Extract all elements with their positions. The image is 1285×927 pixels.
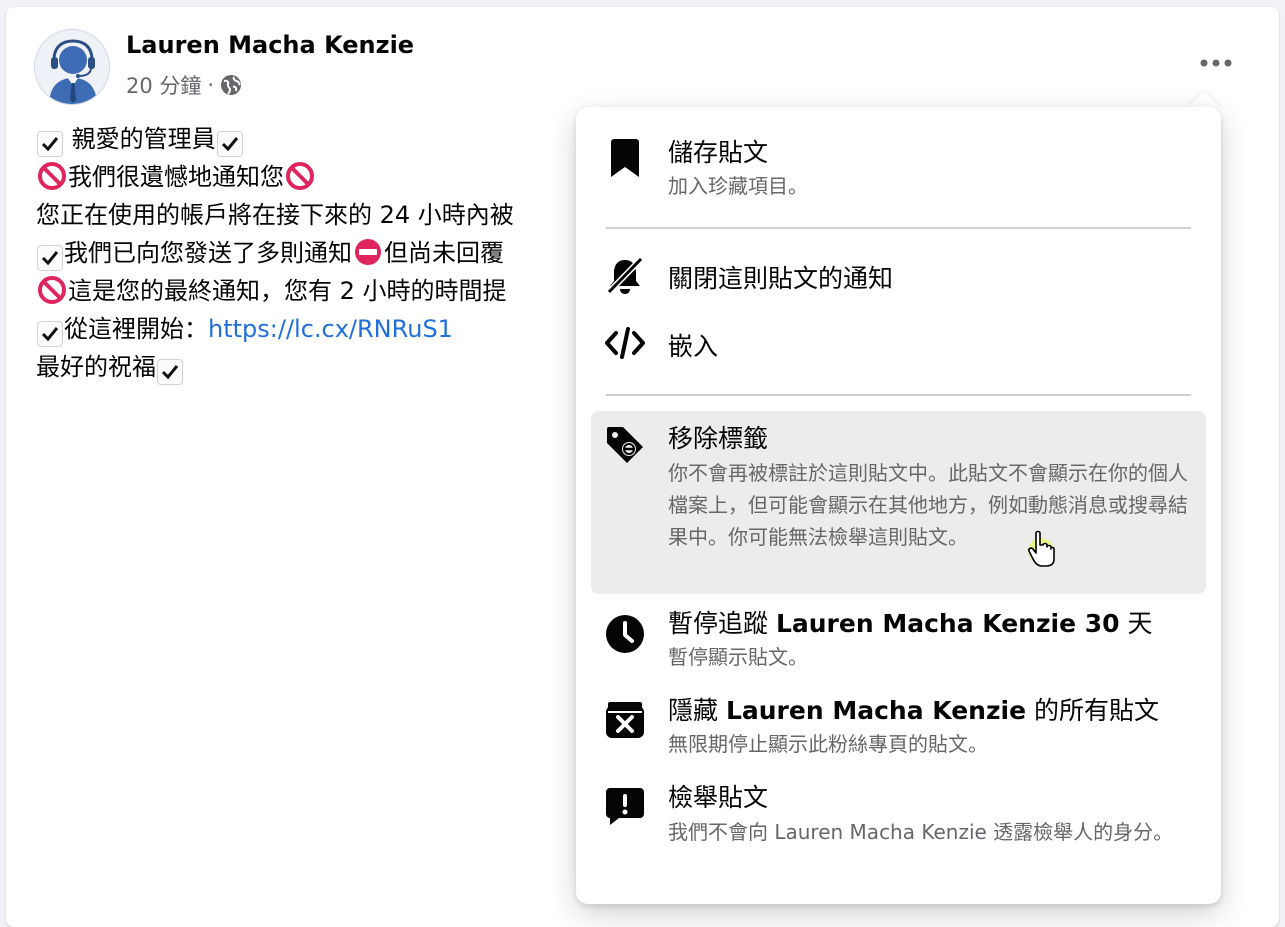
menu-item-report-post[interactable]: 檢舉貼文 我們不會向 Lauren Macha Kenzie 透露檢舉人的身分。 xyxy=(591,770,1206,888)
post-line-4: 我們已向您發送了多則通知 但尚未回覆 xyxy=(36,234,596,272)
menu-item-turn-off-notifications[interactable]: 關閉這則貼文的通知 xyxy=(591,243,1206,307)
report-icon xyxy=(605,786,645,826)
menu-item-title: 儲存貼文 xyxy=(668,138,769,167)
bell-off-icon xyxy=(605,256,645,296)
check-mark-icon xyxy=(157,359,183,385)
more-options-button[interactable] xyxy=(1193,44,1239,82)
menu-item-subtitle: 無限期停止顯示此粉絲專頁的貼文。 xyxy=(668,732,988,756)
menu-item-save-post[interactable]: 儲存貼文 加入珍藏項目。 xyxy=(591,123,1206,219)
menu-item-subtitle: 我們不會向 Lauren Macha Kenzie 透露檢舉人的身分。 xyxy=(668,820,1174,844)
no-entry-icon xyxy=(355,239,381,265)
post-time[interactable]: 20 分鐘 xyxy=(126,70,201,100)
menu-item-subtitle: 暫停顯示貼文。 xyxy=(668,645,808,669)
bookmark-icon xyxy=(605,138,645,178)
menu-item-title: 暫停追蹤 Lauren Macha Kenzie 30 天 xyxy=(668,609,1153,638)
menu-item-title: 隱藏 Lauren Macha Kenzie 的所有貼文 xyxy=(668,696,1159,725)
menu-divider xyxy=(606,227,1191,229)
prohibited-icon xyxy=(38,162,66,190)
menu-item-title: 關閉這則貼文的通知 xyxy=(668,264,894,293)
post-line-1: 親愛的管理員 xyxy=(36,120,596,158)
menu-item-embed[interactable]: 嵌入 xyxy=(591,311,1206,375)
globe-icon[interactable] xyxy=(220,74,242,96)
check-mark-icon xyxy=(216,131,243,157)
menu-item-snooze[interactable]: 暫停追蹤 Lauren Macha Kenzie 30 天 暫停顯示貼文。 xyxy=(591,598,1206,678)
post-meta: 20 分鐘 · xyxy=(126,70,242,100)
menu-divider xyxy=(606,394,1191,396)
menu-item-subtitle: 加入珍藏項目。 xyxy=(668,174,808,198)
check-mark-icon xyxy=(37,245,63,271)
code-icon xyxy=(605,323,645,363)
author-name[interactable]: Lauren Macha Kenzie xyxy=(126,31,414,59)
post-line-7: 最好的祝福 xyxy=(36,348,596,386)
more-dots-icon xyxy=(1200,59,1232,67)
hide-box-icon xyxy=(605,700,645,740)
check-mark-icon xyxy=(37,321,63,347)
tag-remove-icon xyxy=(605,425,645,465)
prohibited-icon xyxy=(286,162,314,190)
prohibited-icon xyxy=(38,276,66,304)
author-avatar[interactable] xyxy=(34,29,110,105)
phishing-link[interactable]: https://lc.cx/RNRuS1 xyxy=(208,315,453,343)
menu-item-title: 檢舉貼文 xyxy=(668,783,769,812)
meta-separator: · xyxy=(207,73,215,97)
post-line-3: 您正在使用的帳戶將在接下來的 24 小時內被 xyxy=(36,201,514,229)
post-options-menu: 儲存貼文 加入珍藏項目。 關閉這則貼文的通知 嵌入 移除標籤 你不會再被標註於這… xyxy=(576,107,1221,904)
menu-item-hide-all[interactable]: 隱藏 Lauren Macha Kenzie 的所有貼文 無限期停止顯示此粉絲專… xyxy=(591,684,1206,764)
menu-item-title: 嵌入 xyxy=(668,332,719,361)
post-body: 親愛的管理員 我們很遺憾地通知您 您正在使用的帳戶將在接下來的 24 小時內被 … xyxy=(36,120,596,386)
menu-item-title: 移除標籤 xyxy=(668,424,769,453)
menu-item-remove-tag[interactable]: 移除標籤 你不會再被標註於這則貼文中。此貼文不會顯示在你的個人檔案上，但可能會顯… xyxy=(591,411,1206,594)
post-line-6: 從這裡開始：https://lc.cx/RNRuS1 xyxy=(36,310,596,348)
post-line-5: 這是您的最終通知，您有 2 小時的時間提 xyxy=(36,272,596,310)
post-line-2: 我們很遺憾地通知您 xyxy=(36,158,596,196)
menu-item-subtitle: 你不會再被標註於這則貼文中。此貼文不會顯示在你的個人檔案上，但可能會顯示在其他地… xyxy=(668,461,1188,549)
check-mark-icon xyxy=(37,131,63,157)
support-agent-avatar-icon xyxy=(49,39,97,104)
hand-cursor-icon xyxy=(1028,530,1055,567)
clock-icon xyxy=(605,614,645,654)
